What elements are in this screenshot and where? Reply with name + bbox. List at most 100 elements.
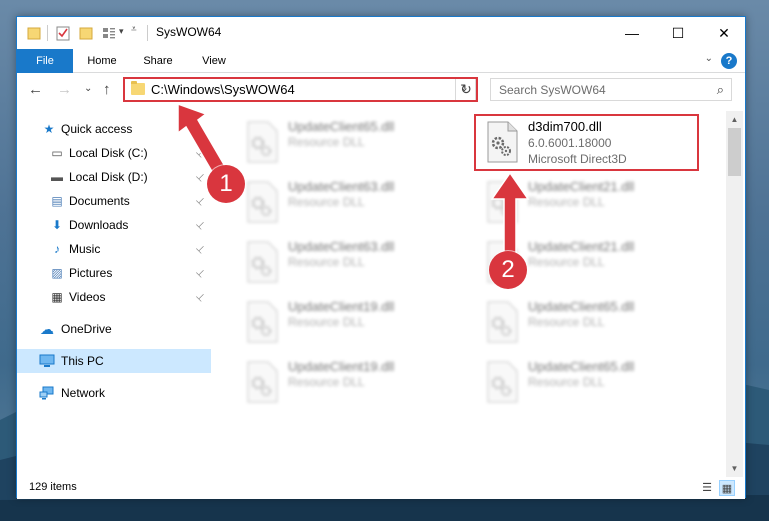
- file-item[interactable]: UpdateClient19.dll Resource DLL: [236, 295, 466, 351]
- file-type: Resource DLL: [288, 195, 365, 209]
- computer-icon: [39, 354, 55, 367]
- file-item[interactable]: UpdateClient63.dll Resource DLL: [236, 235, 466, 291]
- dll-file-icon: [247, 121, 278, 163]
- sidebar-item-local-disk-d[interactable]: ▬ Local Disk (D:) ⊥: [17, 165, 211, 189]
- sidebar-item-documents[interactable]: ▤ Documents ⊥: [17, 189, 211, 213]
- file-name: UpdateClient19.dll: [288, 359, 395, 374]
- qa-overflow-icon[interactable]: ⩡: [131, 24, 137, 35]
- window-title: SysWOW64: [156, 25, 222, 39]
- close-button[interactable]: ✕: [701, 17, 747, 49]
- pin-icon: ⊥: [193, 218, 208, 232]
- file-name: UpdateClient63.dll: [288, 179, 395, 194]
- sidebar-item-music[interactable]: ♪ Music ⊥: [17, 237, 211, 261]
- file-item[interactable]: UpdateClient63.dll Resource DLL: [236, 175, 466, 231]
- scroll-up-icon[interactable]: ▲: [726, 111, 743, 128]
- title-separator: [147, 25, 148, 41]
- file-name: UpdateClient65.dll: [528, 299, 635, 314]
- recent-locations-icon[interactable]: ⌄: [84, 83, 92, 94]
- minimize-button[interactable]: —: [609, 17, 655, 49]
- pin-icon: ⊥: [193, 170, 208, 184]
- search-icon[interactable]: ⌕: [717, 82, 724, 98]
- pin-icon: ⊥: [193, 194, 208, 208]
- dll-file-icon: [247, 361, 278, 403]
- file-item[interactable]: UpdateClient21.dll Resource DLL: [476, 175, 706, 231]
- pin-icon: ⊥: [193, 146, 208, 160]
- file-name: UpdateClient65.dll: [288, 119, 395, 134]
- status-bar: 129 items ☰ ▦: [17, 477, 745, 499]
- sidebar-item-downloads[interactable]: ⬇ Downloads ⊥: [17, 213, 211, 237]
- help-icon[interactable]: ?: [721, 53, 737, 69]
- sidebar-item-label: Videos: [69, 290, 106, 304]
- tab-file[interactable]: File: [17, 49, 73, 73]
- file-type: Resource DLL: [528, 315, 605, 329]
- maximize-button[interactable]: ☐: [655, 17, 701, 49]
- downloads-icon: ⬇: [51, 218, 63, 232]
- sidebar-item-label: Local Disk (D:): [69, 170, 148, 184]
- up-icon[interactable]: ↑: [103, 81, 111, 98]
- sidebar-item-label: OneDrive: [61, 322, 112, 336]
- drive-icon: ▬: [51, 170, 63, 184]
- star-icon: ★: [43, 122, 55, 136]
- vertical-scrollbar[interactable]: ▲ ▼: [726, 111, 743, 477]
- separator: [47, 25, 48, 41]
- scroll-thumb[interactable]: [728, 128, 741, 176]
- sidebar-item-label: Downloads: [69, 218, 129, 232]
- dll-file-icon: [487, 181, 518, 223]
- folder-icon: [27, 27, 41, 40]
- new-folder-icon[interactable]: [79, 25, 93, 41]
- scroll-down-icon[interactable]: ▼: [726, 460, 743, 477]
- item-count: 129 items: [29, 481, 77, 493]
- navigation-pane: ★ Quick access ▭ Local Disk (C:) ⊥ ▬ Loc…: [17, 111, 211, 477]
- file-name: UpdateClient21.dll: [528, 239, 635, 254]
- file-item[interactable]: UpdateClient19.dll Resource DLL: [236, 355, 466, 411]
- tab-share[interactable]: Share: [133, 49, 183, 73]
- ribbon-tabs: File Home Share View ⌄ ?: [17, 49, 745, 73]
- sidebar-item-pictures[interactable]: ▨ Pictures ⊥: [17, 261, 211, 285]
- videos-icon: ▦: [51, 290, 63, 304]
- file-name: UpdateClient65.dll: [528, 359, 635, 374]
- dll-file-icon: [487, 361, 518, 403]
- sidebar-item-this-pc[interactable]: This PC: [17, 349, 211, 373]
- file-item[interactable]: UpdateClient65.dll Resource DLL: [236, 115, 466, 171]
- sidebar-item-label: Quick access: [61, 122, 133, 136]
- file-item[interactable]: UpdateClient65.dll Resource DLL: [476, 355, 706, 411]
- tab-home[interactable]: Home: [77, 49, 127, 73]
- onedrive-icon: ☁: [40, 320, 54, 337]
- sidebar-item-videos[interactable]: ▦ Videos ⊥: [17, 285, 211, 309]
- forward-icon[interactable]: →: [57, 81, 72, 98]
- sidebar-item-label: This PC: [61, 354, 104, 368]
- address-highlight-box: [123, 77, 478, 102]
- properties-icon[interactable]: [55, 25, 71, 41]
- sidebar-item-label: Local Disk (C:): [69, 146, 148, 160]
- file-name: UpdateClient19.dll: [288, 299, 395, 314]
- file-type: Resource DLL: [288, 375, 365, 389]
- maximize-icon: ☐: [671, 24, 685, 41]
- file-type: Resource DLL: [528, 375, 605, 389]
- search-input[interactable]: Search SysWOW64 ⌕: [490, 78, 732, 101]
- customize-qa-icon[interactable]: [101, 25, 117, 41]
- back-icon[interactable]: ←: [28, 81, 43, 98]
- sidebar-item-local-disk-c[interactable]: ▭ Local Disk (C:) ⊥: [17, 141, 211, 165]
- sidebar-item-quick-access[interactable]: ★ Quick access: [17, 117, 211, 141]
- sidebar-item-network[interactable]: Network: [17, 381, 211, 405]
- file-type: Resource DLL: [288, 315, 365, 329]
- pin-icon: ⊥: [193, 266, 208, 280]
- pin-icon: ⊥: [193, 290, 208, 304]
- step-badge-1: 1: [207, 165, 245, 203]
- music-icon: ♪: [54, 242, 60, 256]
- file-highlight-box: [474, 114, 699, 171]
- file-type: Resource DLL: [288, 255, 365, 269]
- navigation-bar: ← → ⌄ ↑ C:\Windows\SysWOW64 ⌄ ↻ Search S…: [17, 73, 745, 107]
- expand-ribbon-icon[interactable]: ⌄: [705, 53, 713, 64]
- tiles-view-icon[interactable]: ▦: [719, 480, 735, 496]
- dll-file-icon: [247, 241, 278, 283]
- sidebar-item-onedrive[interactable]: ☁ OneDrive: [17, 317, 211, 341]
- pictures-icon: ▨: [51, 266, 63, 280]
- file-item[interactable]: UpdateClient65.dll Resource DLL: [476, 295, 706, 351]
- qa-dropdown-icon[interactable]: ▾: [119, 26, 124, 37]
- tab-view[interactable]: View: [189, 49, 239, 73]
- drive-icon: ▭: [51, 146, 63, 160]
- details-view-icon[interactable]: ☰: [699, 480, 715, 496]
- close-icon: ✕: [718, 24, 730, 41]
- minimize-icon: —: [625, 25, 639, 41]
